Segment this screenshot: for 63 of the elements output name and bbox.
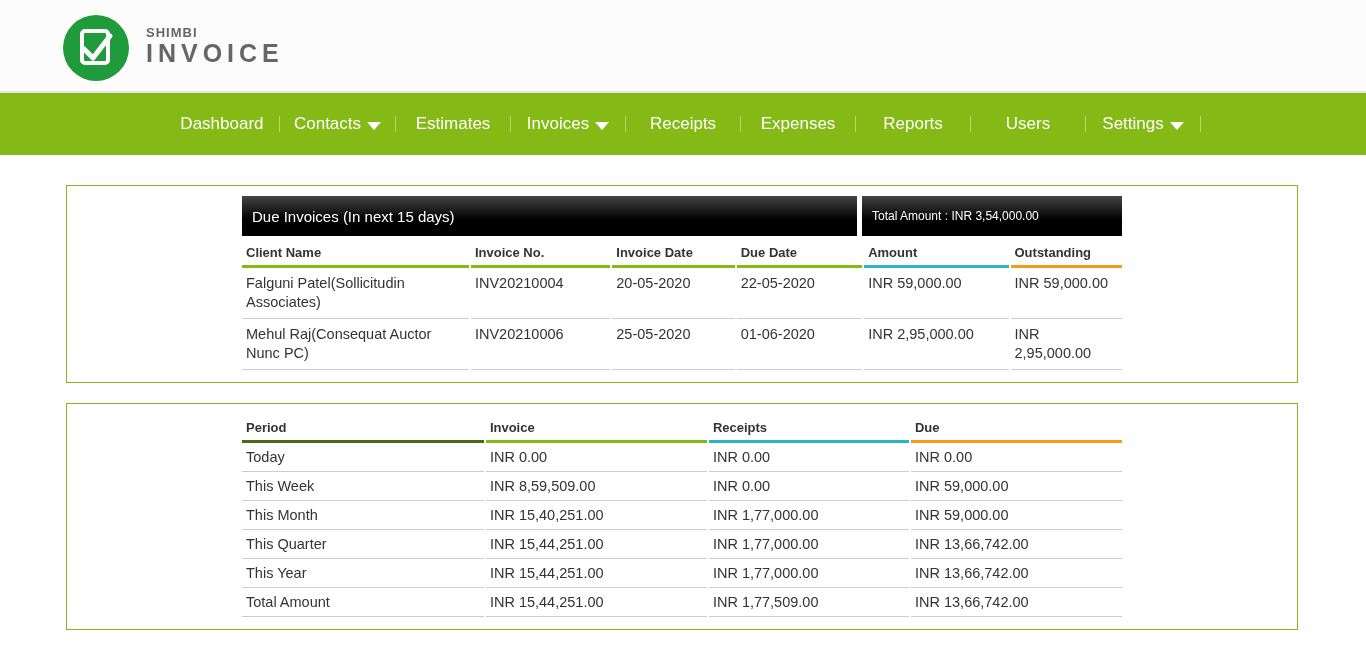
brand-title: INVOICE	[146, 40, 284, 66]
table-cell: INR 1,77,000.00	[712, 565, 819, 581]
table-cell: 25-05-2020	[616, 326, 691, 342]
table-cell: INR 8,59,509.00	[489, 478, 596, 494]
table-cell: INR 1,77,509.00	[712, 594, 819, 610]
table-cell: INV20210006	[474, 326, 564, 342]
table-cell: INR 13,66,742.00	[914, 594, 1029, 610]
caret-icon	[595, 121, 610, 130]
total-amount: Total Amount : INR 3,54,000.00	[862, 196, 1122, 236]
column-header: Due	[910, 414, 1122, 443]
table-cell: This Month	[246, 507, 318, 523]
caret-icon	[1169, 121, 1184, 130]
table-cell: 22-05-2020	[740, 275, 815, 291]
column-header: Invoice No.	[470, 239, 611, 268]
table-cell: INR 0.00	[712, 449, 771, 465]
column-header: Outstanding	[1010, 239, 1122, 268]
table-cell: INR 1,77,000.00	[712, 507, 819, 523]
nav-link[interactable]: Expenses	[741, 114, 856, 134]
table-cell: INR 2,95,000.00	[868, 326, 974, 342]
table-cell: INR 59,000.00	[1014, 275, 1108, 291]
nav-link[interactable]: Users	[971, 114, 1086, 134]
table-cell: INR 13,66,742.00	[914, 565, 1029, 581]
table-cell: INR 15,40,251.00	[489, 507, 604, 523]
table-cell: INR 0.00	[489, 449, 548, 465]
nav-link[interactable]: Settings	[1086, 114, 1201, 134]
column-header: Period	[242, 414, 484, 443]
table-cell: INR 15,44,251.00	[489, 594, 604, 610]
table-cell: INV20210004	[474, 275, 564, 291]
table-cell: INR 2,95,000.00	[1014, 326, 1092, 361]
table-cell: INR 1,77,000.00	[712, 536, 819, 552]
caret-icon	[367, 121, 382, 130]
table-cell: Today	[246, 449, 285, 465]
nav-link[interactable]: Reports	[856, 114, 971, 134]
table-cell: INR 59,000.00	[914, 478, 1009, 494]
column-header: Invoice Date	[612, 239, 735, 268]
column-header: Receipts	[708, 414, 909, 443]
nav-link[interactable]: Dashboard	[164, 114, 279, 134]
column-header: Due Date	[736, 239, 863, 268]
table-cell: This Week	[246, 478, 315, 494]
column-header: Invoice	[485, 414, 707, 443]
table-cell: INR 0.00	[914, 449, 973, 465]
nav-link[interactable]: Receipts	[626, 114, 741, 134]
table-cell: INR 15,44,251.00	[489, 536, 604, 552]
nav-link[interactable]: Invoices	[511, 114, 626, 134]
table-cell: Falguni Patel(Sollicitudin Associates)	[246, 275, 405, 310]
table-cell: INR 59,000.00	[868, 275, 962, 291]
table-cell: Total Amount	[246, 594, 330, 610]
table-title: Due Invoices (In next 15 days)	[242, 196, 857, 236]
table-cell: This Year	[246, 565, 307, 581]
table-cell: INR 59,000.00	[914, 507, 1009, 523]
table-cell: INR 13,66,742.00	[914, 536, 1029, 552]
table-cell: Mehul Raj(Consequat Auctor Nunc PC)	[246, 326, 432, 361]
table-cell: 20-05-2020	[616, 275, 691, 291]
table-cell: INR 15,44,251.00	[489, 565, 604, 581]
table-cell: INR 0.00	[712, 478, 771, 494]
brand-name: SHIMBI	[146, 25, 199, 40]
table-cell: This Quarter	[246, 536, 327, 552]
nav-link[interactable]: Estimates	[396, 114, 511, 134]
logo-icon	[62, 13, 130, 82]
column-header: Client Name	[242, 239, 469, 268]
nav-link[interactable]: Contacts	[279, 114, 396, 134]
table-cell: 01-06-2020	[740, 326, 815, 342]
column-header: Amount	[864, 239, 1009, 268]
